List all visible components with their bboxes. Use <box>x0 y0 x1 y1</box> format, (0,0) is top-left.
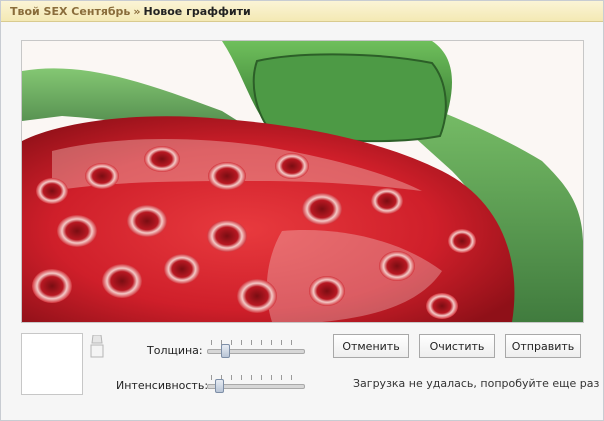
brush-preview <box>21 333 83 395</box>
graffiti-drawing <box>22 41 583 322</box>
drawing-canvas[interactable] <box>21 40 584 323</box>
clear-button[interactable]: Очистить <box>419 334 495 358</box>
intensity-label: Интенсивность: <box>116 379 209 392</box>
eraser-icon[interactable] <box>89 334 105 359</box>
send-button[interactable]: Отправить <box>505 334 581 358</box>
slider-thumb[interactable] <box>215 379 225 393</box>
slider-thumb[interactable] <box>221 344 231 358</box>
cancel-button[interactable]: Отменить <box>333 334 409 358</box>
slider-ticks <box>211 375 301 380</box>
breadcrumb-link[interactable]: Твой SEX Сентябрь <box>10 5 130 18</box>
page-title: Новое граффити <box>143 5 251 18</box>
header-bar: Твой SEX Сентябрь» Новое граффити <box>1 1 603 22</box>
graffiti-window: Твой SEX Сентябрь» Новое граффити Толщин… <box>0 0 604 421</box>
intensity-slider[interactable] <box>207 375 305 393</box>
breadcrumb-separator: » <box>133 5 141 18</box>
thickness-slider[interactable] <box>207 340 305 358</box>
thickness-label: Толщина: <box>147 344 203 357</box>
status-message: Загрузка не удалась, попробуйте еще раз <box>353 377 600 390</box>
